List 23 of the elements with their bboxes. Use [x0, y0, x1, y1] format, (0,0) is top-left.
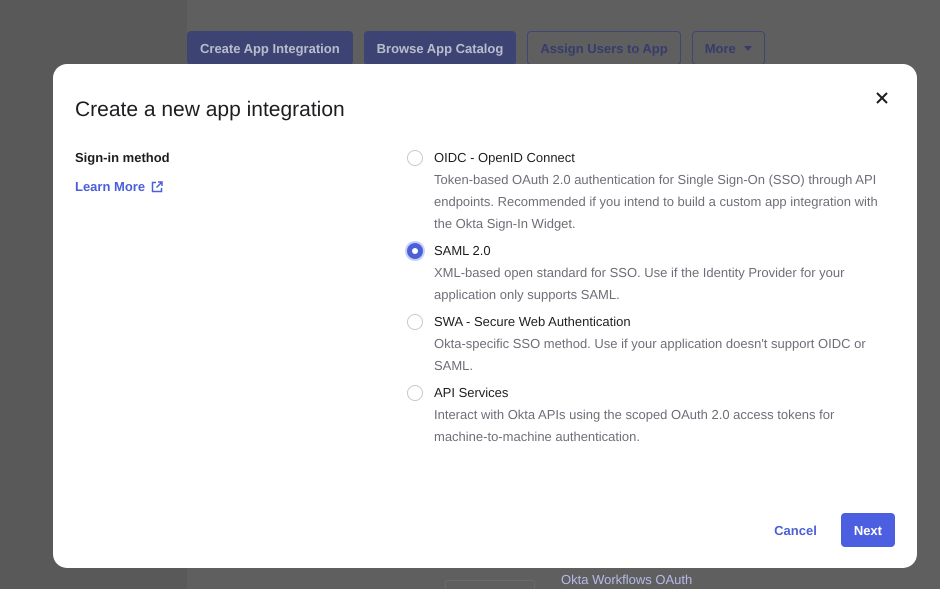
radio-button[interactable]: [407, 314, 423, 330]
learn-more-link[interactable]: Learn More: [75, 179, 164, 194]
option-label: SAML 2.0: [434, 243, 492, 259]
radio-button[interactable]: [407, 243, 423, 259]
radio-button[interactable]: [407, 150, 423, 166]
option-label: SWA - Secure Web Authentication: [434, 314, 632, 330]
section-label: Sign-in method: [75, 150, 171, 165]
app-name-link[interactable]: Okta Workflows OAuth: [561, 572, 692, 589]
toolbar-button[interactable]: Create App Integration: [187, 31, 353, 65]
option-description: Interact with Okta APIs using the scoped OAuth 2.0 access tokens for machine-to-machine authentication.: [434, 406, 836, 446]
option-description: Token-based OAuth 2.0 authentication for Single Sign-On (SSO) through API endpoints. Recommended if you intend to build a custom app integration with the Okta Sign-In Widget.: [434, 171, 879, 233]
option-description: Okta-specific SSO method. Use if your application doesn't support OIDC or SAML.: [434, 335, 867, 375]
option-label: API Services: [434, 385, 510, 401]
radio-button[interactable]: [407, 385, 423, 401]
toolbar-button[interactable]: Browse App Catalog: [364, 31, 516, 65]
dialog-title: Create a new app integration: [75, 98, 345, 122]
option-description: XML-based open standard for SSO. Use if the Identity Provider for your application only supports SAML.: [434, 264, 846, 304]
cancel-button[interactable]: Cancel: [774, 522, 817, 538]
caret-icon: [744, 46, 752, 50]
close-icon[interactable]: [876, 92, 888, 104]
next-button[interactable]: Next: [840, 513, 895, 547]
external-link-icon: [151, 180, 164, 192]
option-label: OIDC - OpenID Connect: [434, 150, 576, 166]
